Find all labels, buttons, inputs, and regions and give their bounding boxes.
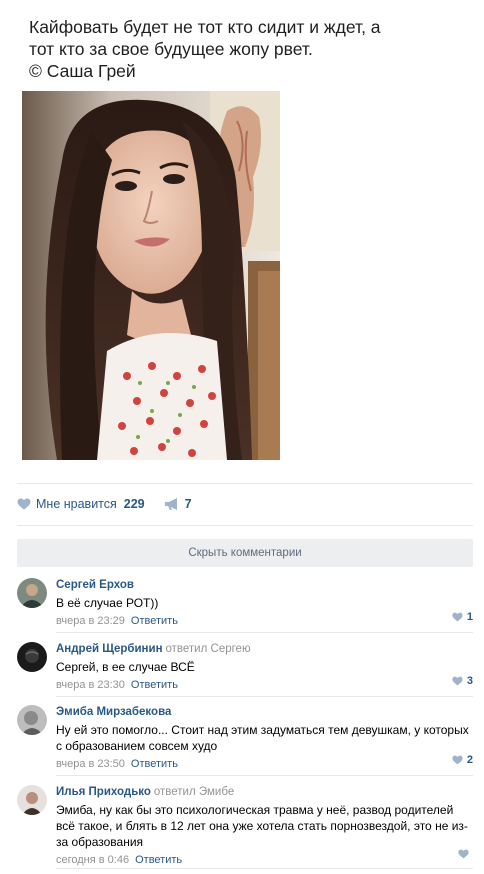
comment-time[interactable]: вчера в 23:29 [56, 615, 125, 627]
reply-to-label[interactable]: ответил Сергею [166, 643, 251, 655]
share-count: 7 [184, 497, 192, 511]
post-actions: Мне нравится 229 7 [17, 494, 192, 514]
heart-icon [452, 612, 463, 622]
avatar[interactable] [17, 642, 47, 672]
comment-text: Ну ей это помогло... Стоит над этим заду… [56, 723, 469, 753]
separator [17, 525, 473, 526]
comment-text: Сергей, в ее случае ВСЁ [56, 660, 195, 674]
comment-like-count: 2 [466, 754, 473, 766]
comment: Андрей Щербинин ответил Сергею Сергей, в … [17, 642, 473, 692]
like-label: Мне нравится [36, 497, 117, 511]
post-text: Кайфовать будет не тот кто сидит и ждет,… [29, 17, 381, 81]
heart-icon [452, 755, 463, 765]
like-button[interactable]: Мне нравится 229 [17, 497, 145, 511]
avatar[interactable] [17, 705, 47, 735]
comment-like-button[interactable] [458, 849, 473, 859]
megaphone-icon [164, 498, 177, 510]
avatar[interactable] [17, 578, 47, 608]
comment-like-button[interactable]: 2 [452, 754, 473, 766]
like-count: 229 [123, 497, 145, 511]
reply-to-label[interactable]: ответил Эмибе [154, 786, 234, 798]
separator [56, 696, 473, 697]
woman-portrait-image [22, 91, 280, 460]
post-photo[interactable] [22, 91, 280, 460]
comment-author[interactable]: Сергей Ерхов [56, 579, 134, 591]
comment-time[interactable]: вчера в 23:30 [56, 679, 125, 691]
comment: Илья Приходько ответил Эмибе Эмиба, ну ка… [17, 785, 473, 866]
separator [17, 483, 473, 484]
comment-author[interactable]: Андрей Щербинин [56, 643, 163, 655]
comment-text: Эмиба, ну как бы это психологическая тра… [56, 803, 468, 849]
comment-like-button[interactable]: 3 [452, 675, 473, 687]
comment-like-count: 3 [466, 675, 473, 687]
comment: Сергей Ерхов В её случае РОТ)) вчера в 2… [17, 578, 473, 628]
separator [56, 775, 473, 776]
separator [56, 868, 473, 869]
comment-author[interactable]: Эмиба Мирзабекова [56, 706, 171, 718]
comment-like-button[interactable]: 1 [452, 611, 473, 623]
share-button[interactable]: 7 [164, 497, 192, 511]
comment-like-count: 1 [466, 611, 473, 623]
comment-time[interactable]: сегодня в 0:46 [56, 854, 129, 866]
comment-time[interactable]: вчера в 23:50 [56, 758, 125, 770]
heart-icon [17, 498, 31, 510]
comment-text: В её случае РОТ)) [56, 596, 159, 610]
reply-button[interactable]: Ответить [131, 615, 178, 627]
comment: Эмиба Мирзабекова Ну ей это помогло... С… [17, 705, 473, 771]
comment-author[interactable]: Илья Приходько [56, 786, 151, 798]
reply-button[interactable]: Ответить [131, 679, 178, 691]
hide-comments-button[interactable]: Скрыть комментарии [17, 539, 473, 567]
heart-icon [458, 849, 469, 859]
avatar[interactable] [17, 785, 47, 815]
reply-button[interactable]: Ответить [131, 758, 178, 770]
heart-icon [452, 676, 463, 686]
separator [56, 632, 473, 633]
reply-button[interactable]: Ответить [135, 854, 182, 866]
